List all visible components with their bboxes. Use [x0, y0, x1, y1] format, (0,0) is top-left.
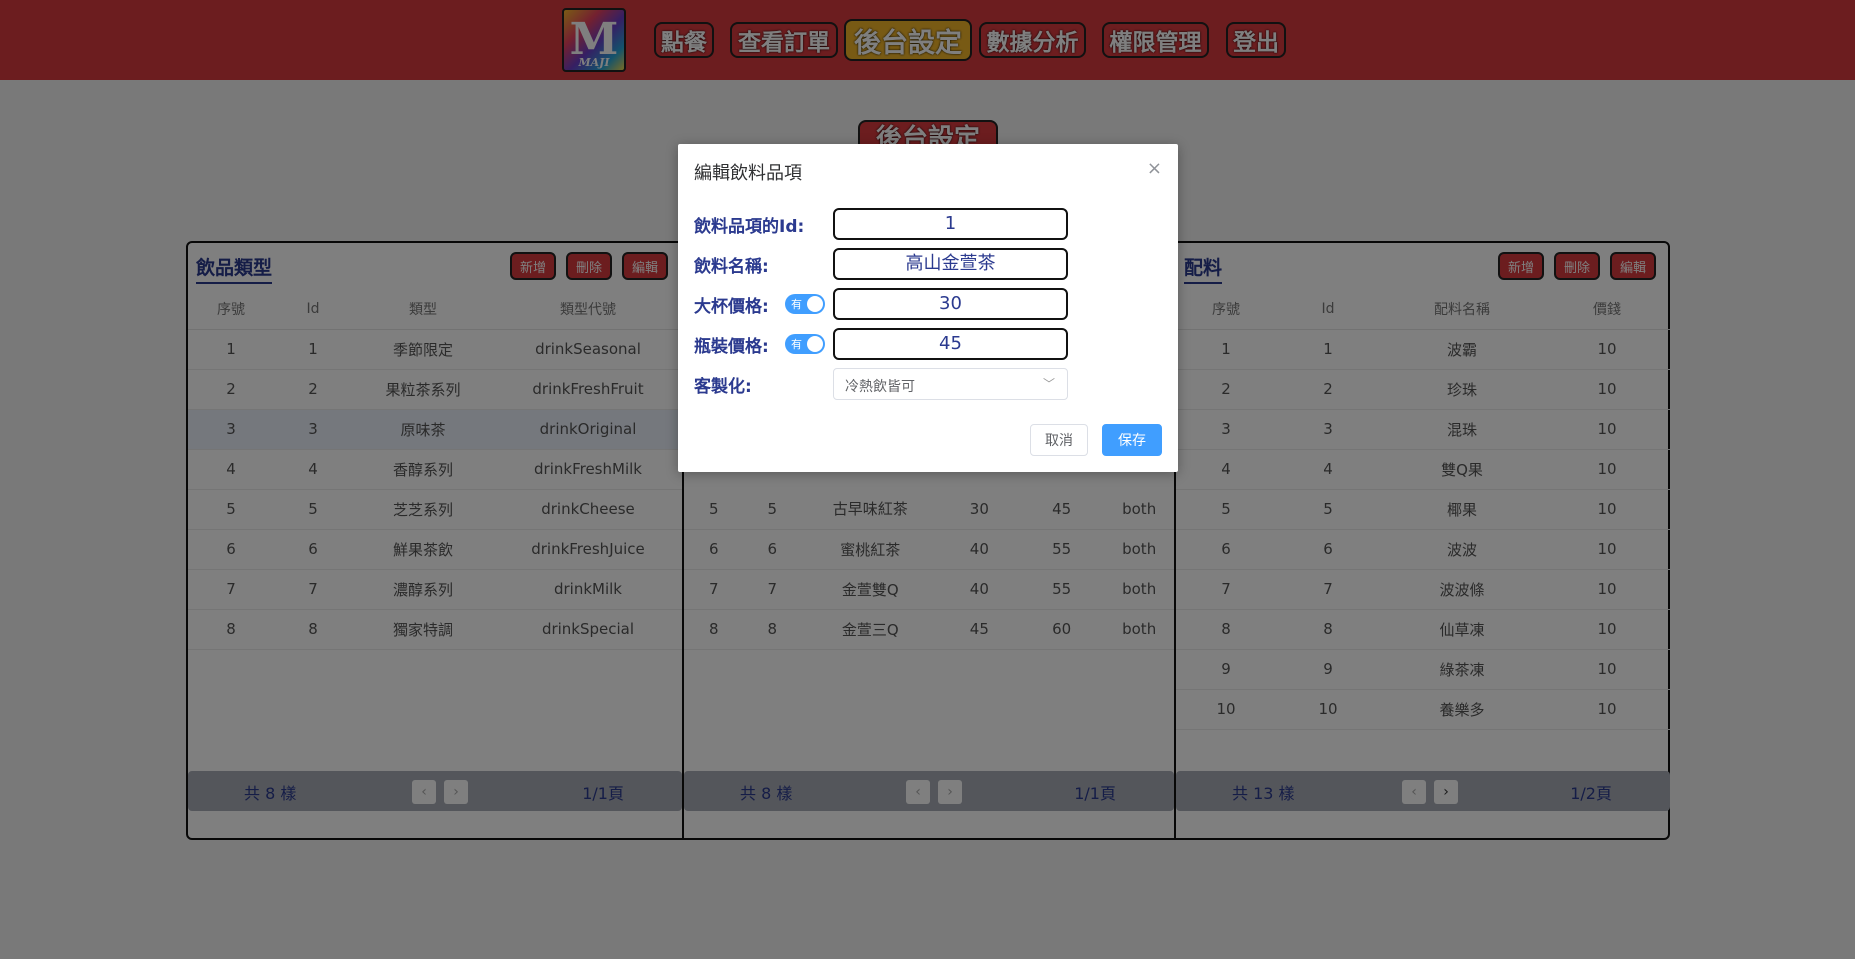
large-price-toggle[interactable]: 有: [785, 294, 825, 314]
edit-drink-dialog: 編輯飲料品項 × 飲料品項的Id: 1 飲料名稱: 高山金萱茶 大杯價格: 有 …: [678, 144, 1178, 472]
select-value: 冷熱飲皆可: [845, 379, 915, 395]
large-price-input[interactable]: 30: [833, 288, 1068, 320]
field-row-custom: 客製化: 冷熱飲皆可 ﹀: [694, 368, 1164, 400]
field-row-large-price: 大杯價格: 有 30: [694, 288, 1164, 320]
dialog-title: 編輯飲料品項: [694, 163, 802, 184]
field-row-bottle-price: 瓶裝價格: 有 45: [694, 328, 1164, 360]
drink-id-input[interactable]: 1: [833, 208, 1068, 240]
close-icon[interactable]: ×: [1147, 158, 1162, 179]
field-row-id: 飲料品項的Id: 1: [694, 208, 1164, 240]
field-label: 飲料名稱:: [694, 257, 769, 277]
bottle-price-input[interactable]: 45: [833, 328, 1068, 360]
field-label: 大杯價格:: [694, 297, 769, 317]
field-label: 客製化:: [694, 377, 752, 397]
save-button[interactable]: 保存: [1102, 424, 1162, 456]
toggle-knob: [807, 296, 823, 312]
field-label: 飲料品項的Id:: [694, 217, 805, 237]
customization-select[interactable]: 冷熱飲皆可 ﹀: [833, 368, 1068, 400]
bottle-price-toggle[interactable]: 有: [785, 334, 825, 354]
toggle-text: 有: [791, 338, 802, 351]
field-label: 瓶裝價格:: [694, 337, 769, 357]
chevron-down-icon: ﹀: [1042, 377, 1055, 391]
toggle-knob: [807, 336, 823, 352]
field-row-name: 飲料名稱: 高山金萱茶: [694, 248, 1164, 280]
drink-name-input[interactable]: 高山金萱茶: [833, 248, 1068, 280]
cancel-button[interactable]: 取消: [1030, 424, 1088, 456]
toggle-text: 有: [791, 298, 802, 311]
